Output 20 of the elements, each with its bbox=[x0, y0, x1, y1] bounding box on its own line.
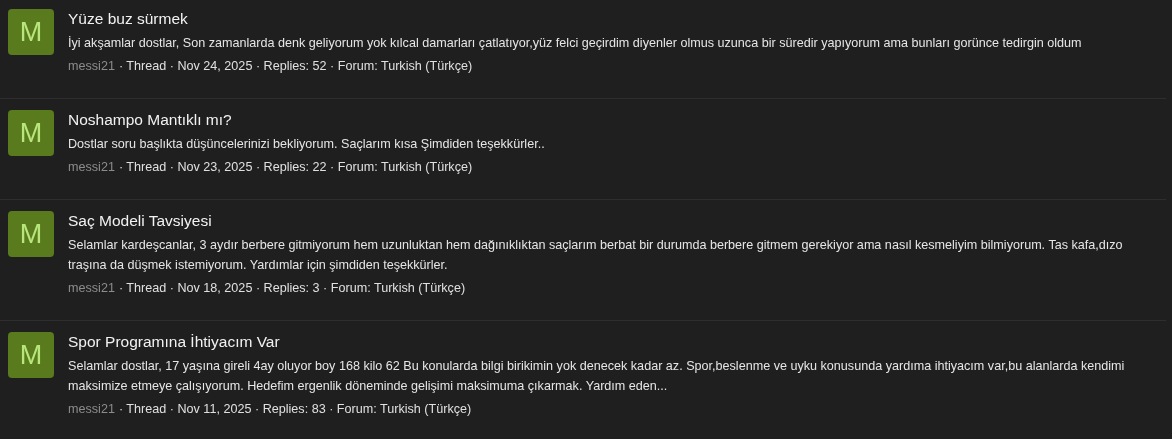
thread-title[interactable]: Yüze buz sürmek bbox=[68, 9, 188, 29]
thread-details: · Thread · Nov 18, 2025 · Replies: 3 · Forum: Turkish (Türkçe) bbox=[118, 280, 466, 297]
thread-details: · Thread · Nov 11, 2025 · Replies: 83 · Forum: Turkish (Türkçe) bbox=[118, 401, 472, 418]
avatar[interactable]: M bbox=[8, 9, 54, 55]
thread-details: · Thread · Nov 24, 2025 · Replies: 52 · Forum: Turkish (Türkçe) bbox=[118, 58, 473, 75]
author-link[interactable]: messi21 bbox=[68, 279, 115, 297]
thread-details: · Thread · Nov 23, 2025 · Replies: 22 · Forum: Turkish (Türkçe) bbox=[118, 159, 473, 176]
thread-snippet: Selamlar kardeşcanlar, 3 aydır berbere gitmiyorum hem uzunluktan hem dağınıklıktan saçlarım berbat bir durumda berbere gitmem gerekiyor ama nasıl kesmeliyim bilmiyorum. Tas kafa,dızo traşına da düşmek istemiyorum. Yardımlar için şimdiden teşekkürler. bbox=[68, 237, 1124, 274]
author-link[interactable]: messi21 bbox=[68, 57, 115, 75]
avatar[interactable]: M bbox=[8, 110, 54, 156]
thread-snippet: Dostlar soru başlıkta düşüncelerinizi bekliyorum. Saçlarım kısa Şimdiden teşekkürler.. bbox=[68, 136, 545, 153]
thread-title[interactable]: Noshampo Mantıklı mı? bbox=[68, 110, 232, 130]
author-link[interactable]: messi21 bbox=[68, 158, 115, 176]
thread-title[interactable]: Saç Modeli Tavsiyesi bbox=[68, 211, 212, 231]
thread-snippet: İyi akşamlar dostlar, Son zamanlarda denk geliyorum yok kılcal damarları çatlatıyor,yüz felci geçirdim diyenler olmus uzunca bir süredir yapıyorum ama bunları gorünce tedirgin oldum bbox=[68, 35, 1082, 52]
author-link[interactable]: messi21 bbox=[68, 400, 115, 418]
thread-snippet: Selamlar dostlar, 17 yaşına gireli 4ay oluyor boy 168 kilo 62 Bu konularda bilgi birikimin yok denecek kadar az. Spor,beslenme ve uyku konusunda yardıma ihtiyacım var,bu alanlarda kendimi maksimize etmeye çalışıyorum. Hedefim ergenlik döneminde gelişimi maksimuma çıkarmak. Yardım eden... bbox=[68, 358, 1126, 395]
thread-title[interactable]: Spor Programına İhtiyacım Var bbox=[68, 332, 280, 352]
avatar[interactable]: M bbox=[8, 332, 54, 378]
avatar[interactable]: M bbox=[8, 211, 54, 257]
